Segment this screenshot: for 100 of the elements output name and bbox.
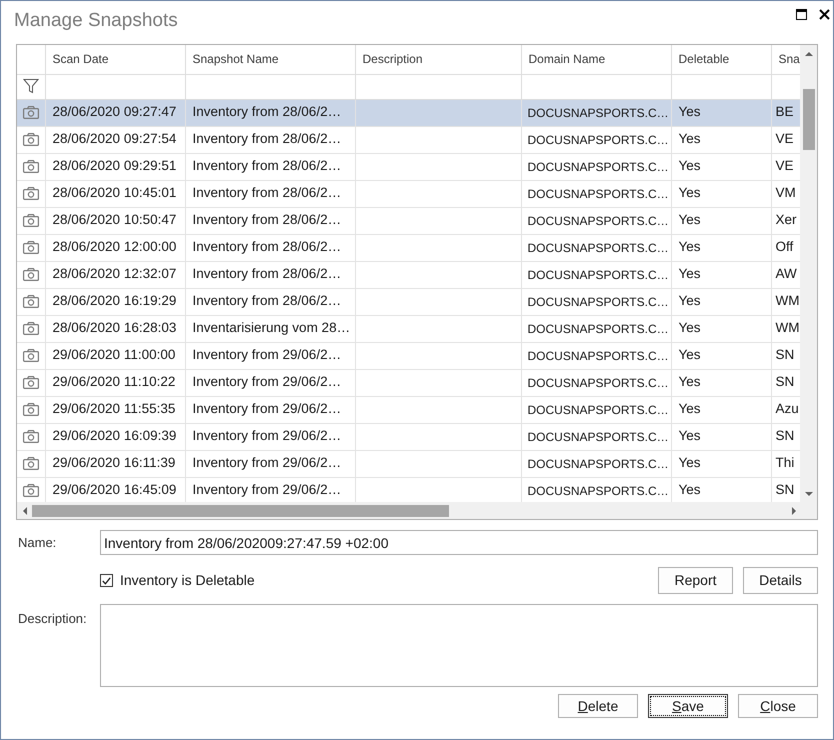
- scrollbar-thumb[interactable]: [802, 89, 814, 150]
- table-cell: 28/06/2020 16:28:03: [45, 315, 185, 342]
- column-header[interactable]: Scan Date: [45, 45, 185, 74]
- vertical-scrollbar[interactable]: [800, 45, 817, 502]
- arrow-down-icon[interactable]: [804, 492, 812, 496]
- table-row[interactable]: 28/06/2020 16:19:29 Inventory from 28/06/2… DOCUSNAPSPORTS.C… Yes WM: [17, 288, 800, 315]
- camera-icon: [22, 106, 39, 120]
- table-cell: Yes: [671, 180, 771, 207]
- table-cell: DOCUSNAPSPORTS.C…: [521, 396, 671, 423]
- table-row[interactable]: 28/06/2020 09:29:51 Inventory from 28/06/2… DOCUSNAPSPORTS.C… Yes VE: [17, 153, 800, 180]
- camera-icon: [22, 268, 39, 282]
- table-row[interactable]: 28/06/2020 16:28:03 Inventarisierung vom 28… DOCUSNAPSPORTS.C… Yes WM: [17, 315, 800, 342]
- field-label: Description:: [17, 610, 88, 628]
- arrow-right-icon[interactable]: [792, 506, 796, 514]
- table-cell: Yes: [671, 315, 771, 342]
- table-cell: Inventarisierung vom 28…: [185, 315, 355, 342]
- camera-icon: [22, 457, 39, 470]
- camera-icon: [22, 133, 39, 146]
- filter-field[interactable]: [355, 74, 521, 99]
- arrow-up-icon[interactable]: [804, 52, 812, 56]
- table-row[interactable]: 29/06/2020 16:11:39 Inventory from 29/06/2… DOCUSNAPSPORTS.C… Yes Thi: [17, 450, 800, 477]
- table-cell: 28/06/2020 16:19:29: [45, 288, 185, 315]
- table-cell: Inventory from 29/06/2…: [185, 423, 355, 450]
- table-row[interactable]: 28/06/2020 09:27:54 Inventory from 28/06/2… DOCUSNAPSPORTS.C… Yes VE: [17, 126, 800, 153]
- table-cell: DOCUSNAPSPORTS.C…: [521, 207, 671, 234]
- table-cell: DOCUSNAPSPORTS.C…: [521, 450, 671, 477]
- camera-icon: [22, 403, 39, 416]
- horizontal-scrollbar[interactable]: [17, 502, 800, 519]
- table-cell: Inventory from 29/06/2…: [185, 369, 355, 396]
- table-cell: Inventory from 29/06/2…: [185, 396, 355, 423]
- filter-icon[interactable]: [22, 78, 39, 94]
- table-cell: Yes: [671, 450, 771, 477]
- camera-icon: [22, 349, 39, 362]
- table-cell: 29/06/2020 11:10:22: [45, 369, 185, 396]
- table-cell: Yes: [671, 369, 771, 396]
- table-cell: 28/06/2020 10:45:01: [45, 180, 185, 207]
- table-cell: Inventory from 29/06/2…: [185, 450, 355, 477]
- camera-icon: [22, 241, 39, 254]
- table-cell: DOCUSNAPSPORTS.C…: [521, 369, 671, 396]
- table-row[interactable]: 29/06/2020 11:00:00 Inventory from 29/06/2… DOCUSNAPSPORTS.C… Yes SN: [17, 342, 800, 369]
- table-row[interactable]: 28/06/2020 10:50:47 Inventory from 28/06/2… DOCUSNAPSPORTS.C… Yes Xer: [17, 207, 800, 234]
- table-cell: DOCUSNAPSPORTS.C…: [521, 180, 671, 207]
- table-cell: DOCUSNAPSPORTS.C…: [521, 261, 671, 288]
- table-cell: Inventory from 28/06/2…: [185, 99, 355, 126]
- camera-icon: [22, 187, 39, 200]
- table-cell: 29/06/2020 16:09:39: [45, 423, 185, 450]
- scrollbar-thumb[interactable]: [32, 504, 449, 516]
- table-cell: Yes: [671, 234, 771, 261]
- table-row[interactable]: 28/06/2020 12:00:00 Inventory from 28/06/2… DOCUSNAPSPORTS.C… Yes Off: [17, 234, 800, 261]
- camera-icon: [22, 160, 39, 174]
- camera-icon: [22, 214, 39, 228]
- table-cell: DOCUSNAPSPORTS.C…: [521, 99, 671, 126]
- table-row[interactable]: 29/06/2020 11:10:22 Inventory from 29/06/2… DOCUSNAPSPORTS.C… Yes SN: [17, 369, 800, 396]
- filter-field[interactable]: [671, 74, 771, 99]
- camera-icon: [22, 295, 39, 308]
- checkmark-icon: [102, 576, 111, 584]
- field-label: Name:: [17, 534, 58, 552]
- table-row[interactable]: 29/06/2020 11:55:35 Inventory from 29/06/2… DOCUSNAPSPORTS.C… Yes Azu: [17, 396, 800, 423]
- dialog-button[interactable]: Delete: [558, 694, 638, 718]
- table-cell: DOCUSNAPSPORTS.C…: [521, 126, 671, 153]
- table-cell: DOCUSNAPSPORTS.C…: [521, 342, 671, 369]
- name-field[interactable]: Inventory from 28/06/202009:27:47.59 +02:00: [100, 530, 818, 555]
- table-cell: Inventory from 28/06/2…: [185, 261, 355, 288]
- table-row[interactable]: 28/06/2020 09:27:47 Inventory from 28/06/2… DOCUSNAPSPORTS.C… Yes BE: [17, 99, 800, 126]
- table-row[interactable]: 28/06/2020 10:45:01 Inventory from 28/06/2… DOCUSNAPSPORTS.C… Yes VM: [17, 180, 800, 207]
- table-cell: DOCUSNAPSPORTS.C…: [521, 234, 671, 261]
- action-button[interactable]: Report: [658, 567, 733, 594]
- table-cell: Inventory from 28/06/2…: [185, 207, 355, 234]
- camera-icon: [22, 376, 39, 390]
- table-cell: 29/06/2020 11:00:00: [45, 342, 185, 369]
- table-row[interactable]: 28/06/2020 12:32:07 Inventory from 28/06/2… DOCUSNAPSPORTS.C… Yes AW: [17, 261, 800, 288]
- table-cell: Inventory from 28/06/2…: [185, 126, 355, 153]
- table-cell: Inventory from 28/06/2…: [185, 153, 355, 180]
- table-cell: Yes: [671, 99, 771, 126]
- filter-field[interactable]: [45, 74, 185, 99]
- table-cell: Yes: [671, 261, 771, 288]
- arrow-left-icon[interactable]: [23, 506, 27, 514]
- dialog-button[interactable]: Save: [648, 694, 728, 718]
- table-row[interactable]: 29/06/2020 16:09:39 Inventory from 29/06/2… DOCUSNAPSPORTS.C… Yes SN: [17, 423, 800, 450]
- table-cell: Inventory from 28/06/2…: [185, 234, 355, 261]
- checkbox[interactable]: [100, 574, 113, 587]
- table-cell: 28/06/2020 10:50:47: [45, 207, 185, 234]
- column-header[interactable]: Domain Name: [521, 45, 671, 74]
- close-icon[interactable]: [819, 9, 830, 20]
- table-cell: 29/06/2020 11:55:35: [45, 396, 185, 423]
- dialog-button[interactable]: Close: [738, 694, 818, 718]
- column-header[interactable]: Deletable: [671, 45, 771, 74]
- maximize-icon[interactable]: [796, 9, 807, 20]
- filter-field[interactable]: [185, 74, 355, 99]
- description-field[interactable]: [100, 604, 818, 687]
- table-cell: Inventory from 29/06/2…: [185, 342, 355, 369]
- table-cell: DOCUSNAPSPORTS.C…: [521, 153, 671, 180]
- column-header[interactable]: Description: [355, 45, 521, 74]
- camera-icon: [22, 484, 39, 498]
- column-header[interactable]: Snapshot Name: [185, 45, 355, 74]
- filter-field[interactable]: [521, 74, 671, 99]
- action-button[interactable]: Details: [743, 567, 818, 594]
- table-cell: Yes: [671, 396, 771, 423]
- table-cell: 29/06/2020 16:11:39: [45, 450, 185, 477]
- table-cell: 28/06/2020 12:32:07: [45, 261, 185, 288]
